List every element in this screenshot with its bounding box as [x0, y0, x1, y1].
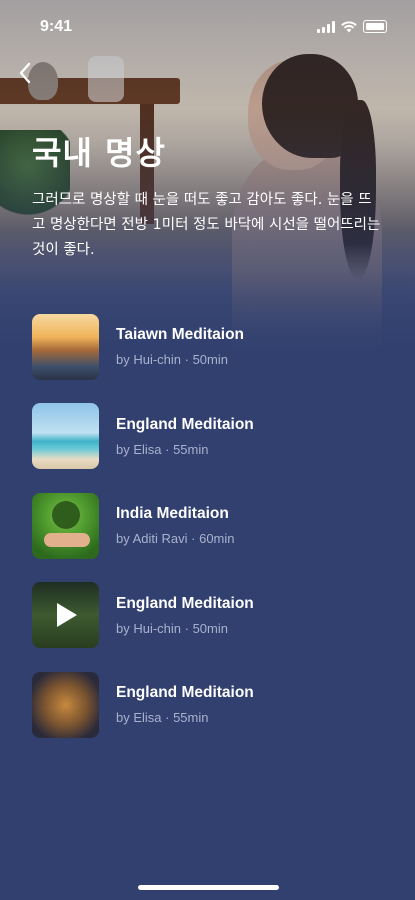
status-time: 9:41 [40, 18, 73, 35]
thumbnail-image [32, 403, 99, 470]
page-description: 그러므로 명상할 때 눈을 떠도 좋고 감아도 좋다. 눈을 뜨고 명상한다면 … [32, 192, 381, 258]
item-title: England Meditaion [116, 594, 254, 612]
home-indicator[interactable] [138, 885, 279, 890]
list-item[interactable]: India Meditaion by Aditi Ravi · 60min [32, 481, 392, 571]
list-item[interactable]: England Meditaion by Elisa · 55min [32, 392, 392, 482]
status-icons [317, 20, 387, 33]
meditation-list: Taiawn Meditaion by Hui-chin · 50min Eng… [32, 302, 392, 750]
play-icon[interactable] [57, 603, 77, 628]
thumbnail-image [32, 582, 99, 649]
item-title: England Meditaion [116, 684, 254, 702]
chevron-left-icon [19, 62, 31, 84]
battery-icon [363, 20, 387, 33]
thumbnail-image [32, 313, 99, 380]
signal-icon [317, 20, 335, 33]
item-title: England Meditaion [116, 415, 254, 433]
wifi-icon [341, 20, 357, 32]
item-meta: by Aditi Ravi · 60min [116, 531, 235, 547]
status-bar: 9:41 [0, 0, 415, 52]
thumbnail-image [32, 492, 99, 559]
item-meta: by Elisa · 55min [116, 710, 209, 726]
thumbnail-image [32, 671, 99, 738]
item-meta: by Hui-chin · 50min [116, 620, 228, 636]
list-item[interactable]: England Meditaion by Elisa · 55min [32, 660, 392, 750]
item-title: India Meditaion [116, 505, 229, 523]
page-title: 국내 명상 [32, 134, 166, 172]
list-item[interactable]: England Meditaion by Hui-chin · 50min [32, 571, 392, 661]
item-meta: by Hui-chin · 50min [116, 352, 228, 368]
back-button[interactable] [12, 60, 38, 90]
meditation-list-screen: 9:41 국내 명상 그러므로 명상할 때 눈을 떠도 좋고 감아도 좋다. 눈… [0, 0, 415, 900]
item-meta: by Elisa · 55min [116, 441, 209, 457]
item-title: Taiawn Meditaion [116, 326, 245, 344]
list-item[interactable]: Taiawn Meditaion by Hui-chin · 50min [32, 302, 392, 392]
